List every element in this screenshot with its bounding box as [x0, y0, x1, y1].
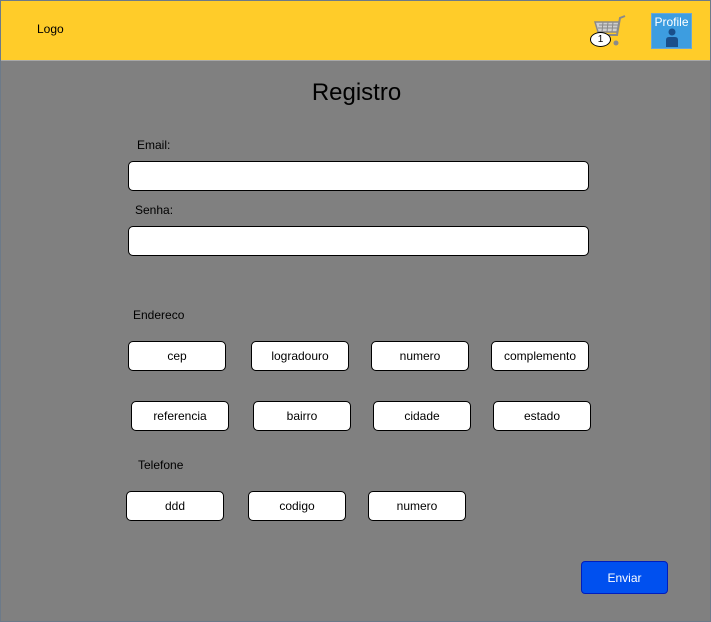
referencia-field[interactable]: referencia	[131, 401, 229, 431]
complemento-field[interactable]: complemento	[491, 341, 589, 371]
cep-field[interactable]: cep	[128, 341, 226, 371]
numero-field[interactable]: numero	[371, 341, 469, 371]
telefone-label: Telefone	[138, 458, 184, 472]
logradouro-field[interactable]: logradouro	[251, 341, 349, 371]
estado-field[interactable]: estado	[493, 401, 591, 431]
telefone-numero-field[interactable]: numero	[368, 491, 466, 521]
endereco-label: Endereco	[133, 308, 185, 322]
senha-field-wrapper	[128, 226, 589, 256]
profile-button[interactable]: Profile	[651, 13, 692, 49]
page-title: Registro	[311, 79, 402, 106]
email-field-wrapper	[128, 161, 589, 191]
senha-label: Senha:	[135, 203, 174, 217]
ddd-field[interactable]: ddd	[126, 491, 224, 521]
senha-field[interactable]	[129, 227, 588, 255]
user-icon	[666, 28, 678, 47]
email-label: Email:	[137, 138, 171, 152]
bairro-field[interactable]: bairro	[253, 401, 351, 431]
page-frame: Logo 1 Profile Registro Email: Senha: En…	[0, 0, 711, 622]
cidade-field[interactable]: cidade	[373, 401, 471, 431]
codigo-field[interactable]: codigo	[248, 491, 346, 521]
cart-count-badge: 1	[590, 32, 611, 47]
cart-button[interactable]: 1	[589, 13, 629, 49]
profile-label: Profile	[654, 15, 689, 29]
email-field[interactable]	[129, 162, 588, 190]
enviar-button[interactable]: Enviar	[581, 561, 668, 594]
logo[interactable]: Logo	[37, 22, 64, 36]
top-bar: Logo 1 Profile	[1, 1, 710, 61]
